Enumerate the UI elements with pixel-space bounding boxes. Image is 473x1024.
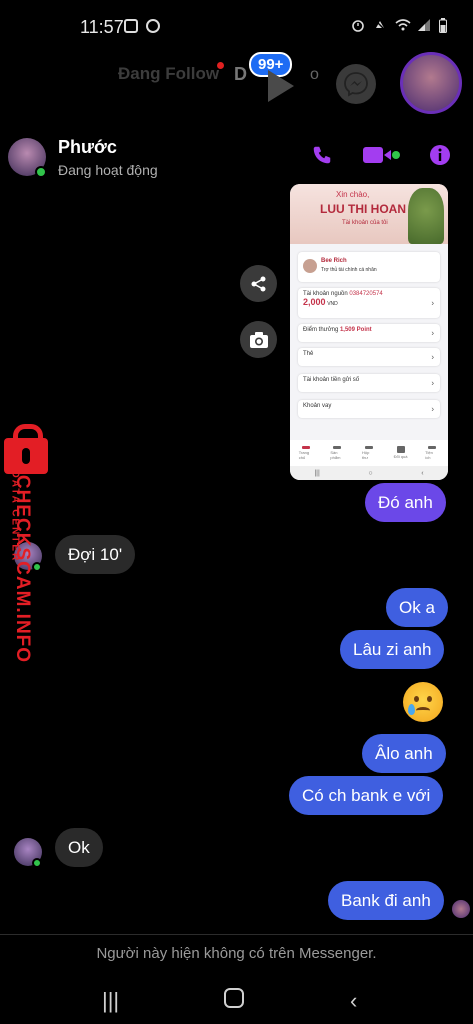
messenger-notification-icon: [146, 19, 160, 33]
contact-status: Đang hoạt động: [58, 162, 158, 178]
follow-letter: D: [234, 64, 247, 84]
message-bubble-sent[interactable]: Âlo anh: [362, 734, 446, 773]
nav-products: Sản phẩm: [330, 446, 344, 460]
share-icon: [251, 276, 265, 291]
balance-value: 2,000: [303, 297, 326, 307]
savings-row: Tài khoản tiền gửi số ›: [298, 374, 440, 392]
nav-inbox: Hộp thư: [362, 446, 376, 460]
balance-unit: VND: [327, 301, 338, 307]
status-icons: [351, 18, 453, 33]
online-indicator: [35, 166, 47, 178]
card-row: Thẻ ›: [298, 348, 440, 366]
card-label: Thẻ: [303, 351, 314, 357]
back-button[interactable]: ‹: [350, 988, 357, 1014]
banner: Xin chào, LUU THI HOAN Tài khoản của tôi: [290, 184, 448, 244]
message-bubble-sent[interactable]: Lâu zi anh: [340, 630, 445, 669]
info-icon[interactable]: [429, 144, 451, 171]
chat-heads-overlay: Đang Follow D 99+ o: [100, 52, 473, 114]
live-dot: [217, 62, 224, 69]
battery-icon: [439, 18, 453, 33]
chevron-right-icon: ›: [431, 352, 434, 362]
chevron-right-icon: ›: [431, 328, 434, 338]
message-bubble-received[interactable]: Đợi 10': [55, 535, 136, 574]
my-account-text: Tài khoản của tôi: [342, 220, 388, 226]
profile-sub: Trợ thủ tài chính cá nhân: [321, 267, 377, 273]
watermark-text: CHECKSCAM.INFO: [12, 474, 33, 664]
message-bubble-sent[interactable]: Bank đi anh: [328, 881, 444, 920]
recent-apps-button[interactable]: |||: [102, 988, 119, 1014]
signal-icon: [417, 18, 431, 32]
play-icon[interactable]: [268, 70, 294, 102]
system-navigation-bar: ||| ‹: [0, 980, 473, 1020]
nav-home: Trang chủ: [299, 446, 313, 460]
status-time: 11:57: [80, 17, 124, 37]
status-bar: 11:57: [0, 0, 473, 52]
notification-icon: [124, 19, 138, 33]
source-account-card: Tài khoản nguồn 0384720574 2,000 VND ›: [298, 288, 440, 318]
profile-avatar: [303, 259, 317, 273]
online-indicator: [32, 858, 42, 868]
video-call-icon[interactable]: [361, 144, 401, 171]
alarm-icon: [351, 18, 365, 32]
watermark: DATA CENTER CHECKSCAM.INFO: [2, 424, 62, 678]
unavailable-notice: Người này hiện không có trên Messenger.: [96, 945, 377, 962]
loan-row: Khoản vay ›: [298, 400, 440, 418]
crying-face-emoji[interactable]: [403, 682, 443, 722]
follow-text: Đang Follow: [118, 64, 220, 83]
loan-label: Khoản vay: [303, 403, 332, 409]
share-button[interactable]: [240, 265, 277, 302]
points-card: Điểm thưởng 1,509 Point ›: [298, 324, 440, 342]
save-image-button[interactable]: [240, 321, 277, 358]
nav-utilities: Tiện ích: [425, 446, 439, 460]
points-value: 1,509 Point: [339, 327, 372, 333]
account-holder-name: LUU THI HOAN: [320, 202, 406, 216]
header-actions: [311, 144, 451, 171]
shared-image-message[interactable]: Xin chào, LUU THI HOAN Tài khoản của tôi…: [290, 184, 448, 480]
message-bubble-sent[interactable]: Có ch bank e với: [289, 776, 444, 815]
points-label: Điểm thưởng: [303, 327, 339, 333]
read-receipt-avatar: [452, 900, 470, 918]
chevron-right-icon: ›: [431, 378, 434, 388]
app-system-nav: ||| ○ ‹: [290, 466, 448, 480]
chevron-right-icon: ›: [431, 298, 434, 308]
tree-illustration: [408, 188, 444, 244]
messenger-chat-head[interactable]: [336, 64, 376, 104]
nav-rewards: Đổi quà: [394, 446, 408, 460]
message-bubble-sent[interactable]: Đó anh: [365, 483, 446, 522]
camera-icon: [249, 331, 268, 348]
messenger-icon: [344, 72, 368, 97]
divider: [0, 934, 473, 935]
follow-o: o: [310, 66, 319, 83]
wifi-icon: [395, 18, 411, 32]
chevron-right-icon: ›: [431, 404, 434, 414]
greeting-text: Xin chào,: [336, 190, 370, 199]
profile-name: Bee Rich: [321, 258, 347, 264]
source-account-number: 0384720574: [349, 291, 383, 297]
chat-head-avatar[interactable]: [400, 52, 462, 114]
home-button[interactable]: [224, 988, 244, 1008]
contact-name[interactable]: Phước: [58, 137, 117, 158]
profile-card: Bee Rich Trợ thủ tài chính cá nhân: [298, 252, 440, 282]
conversation-header: Phước Đang hoạt động: [0, 130, 473, 190]
savings-label: Tài khoản tiền gửi số: [303, 377, 360, 383]
message-bubble-sent[interactable]: Ok a: [386, 588, 448, 627]
app-bottom-nav: Trang chủ Sản phẩm Hộp thư Đổi quà Tiện …: [290, 440, 448, 466]
message-bubble-received[interactable]: Ok: [55, 828, 103, 867]
phone-call-icon[interactable]: [311, 144, 333, 171]
mute-icon: [373, 18, 387, 32]
